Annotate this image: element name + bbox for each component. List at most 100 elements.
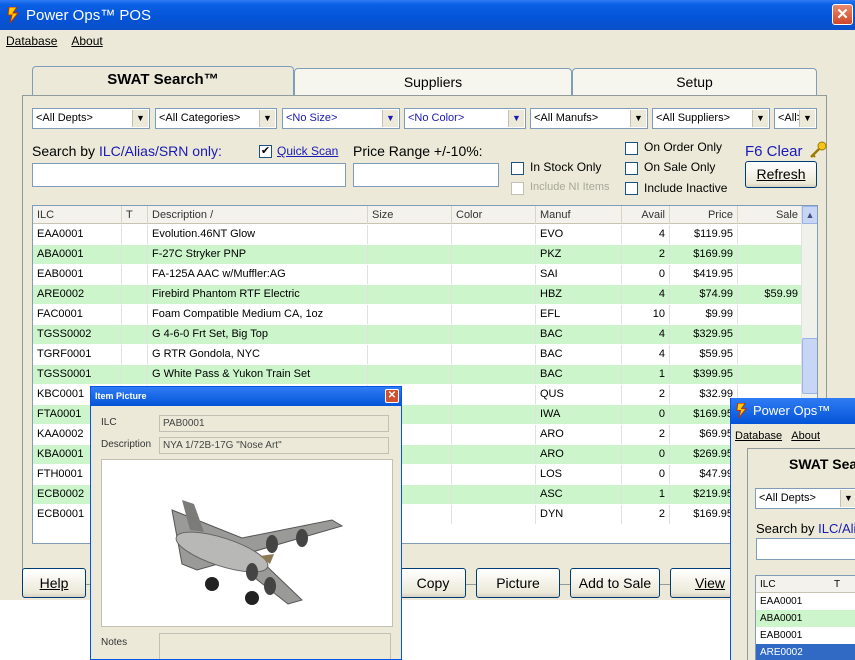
- table-row[interactable]: EAB0001 FA-125A AAC w/Muffler:AG SAI 0 $419.…: [33, 265, 803, 284]
- cell-price: $59.95: [670, 345, 738, 364]
- close-button[interactable]: ✕: [832, 4, 853, 25]
- col-t[interactable]: T: [122, 206, 148, 224]
- copy-button[interactable]: Copy: [400, 568, 466, 598]
- description-label: Description: [101, 439, 152, 450]
- list-item[interactable]: EAB0001: [756, 627, 855, 644]
- price-range-input[interactable]: [353, 163, 499, 187]
- in-stock-only-label[interactable]: In Stock Only: [530, 160, 601, 174]
- second-search-label: Search by ILC/Ali: [756, 521, 855, 536]
- on-sale-only-label[interactable]: On Sale Only: [644, 160, 715, 174]
- search-input[interactable]: [32, 163, 346, 187]
- table-row[interactable]: TGRF0001 G RTR Gondola, NYC BAC 4 $59.95: [33, 345, 803, 364]
- cell-avail: 2: [622, 245, 670, 264]
- second-col-t[interactable]: T: [834, 576, 840, 593]
- cell-t: [122, 305, 148, 324]
- tab-suppliers[interactable]: Suppliers: [294, 68, 572, 96]
- cell-price: $69.95: [670, 425, 738, 444]
- col-manuf[interactable]: Manuf: [536, 206, 622, 224]
- chevron-down-icon: ▼: [840, 490, 855, 507]
- in-stock-only-checkbox[interactable]: [511, 162, 524, 175]
- list-item[interactable]: EAA0001: [756, 593, 855, 610]
- cell-color: [452, 425, 536, 444]
- chevron-down-icon: ▼: [630, 110, 646, 127]
- col-color[interactable]: Color: [452, 206, 536, 224]
- second-col-ilc[interactable]: ILC: [760, 579, 776, 590]
- table-row[interactable]: TGSS0002 G 4-6-0 Frt Set, Big Top BAC 4 $329…: [33, 325, 803, 344]
- cell-color: [452, 245, 536, 264]
- item-picture-close-button[interactable]: ✕: [385, 389, 399, 403]
- second-depts-dropdown[interactable]: <All Depts> ▼: [755, 488, 855, 509]
- suppliers-dropdown[interactable]: <All Suppliers> ▼: [652, 108, 770, 129]
- col-price[interactable]: Price: [670, 206, 738, 224]
- include-inactive-checkbox[interactable]: [625, 182, 638, 195]
- cell-ilc: TGSS0002: [33, 325, 122, 344]
- title-bar: Power Ops™ POS ✕: [0, 0, 855, 30]
- col-ilc[interactable]: ILC: [33, 206, 122, 224]
- table-row[interactable]: EAA0001 Evolution.46NT Glow EVO 4 $119.95: [33, 225, 803, 244]
- col-size[interactable]: Size: [368, 206, 452, 224]
- tab-swat-search[interactable]: SWAT Search™: [32, 66, 294, 96]
- cell-manuf: EVO: [536, 225, 622, 244]
- ilc-value: PAB0001: [163, 418, 205, 429]
- help-button[interactable]: Help: [22, 568, 86, 598]
- cell-price: $74.99: [670, 285, 738, 304]
- cell-color: [452, 285, 536, 304]
- cell-color: [452, 445, 536, 464]
- depts-dropdown[interactable]: <All Depts> ▼: [32, 108, 150, 129]
- cell-ilc: EAA0001: [33, 225, 122, 244]
- search-label: Search by ILC/Alias/SRN only:: [32, 143, 222, 159]
- item-picture-title: Item Picture: [95, 391, 147, 401]
- picture-button[interactable]: Picture: [476, 568, 560, 598]
- include-inactive-label[interactable]: Include Inactive: [644, 181, 727, 195]
- include-ni-items-label[interactable]: Include NI Items: [530, 181, 609, 193]
- second-search-input[interactable]: [756, 538, 855, 560]
- cell-color: [452, 345, 536, 364]
- col-sale[interactable]: Sale: [738, 206, 803, 224]
- manufs-dropdown[interactable]: <All Manufs> ▼: [530, 108, 648, 129]
- table-row[interactable]: ARE0002 Firebird Phantom RTF Electric HBZ 4…: [33, 285, 803, 304]
- menu-database[interactable]: Database: [735, 430, 782, 442]
- list-item-selected[interactable]: ARE0002: [756, 644, 855, 660]
- on-order-only-checkbox[interactable]: [625, 142, 638, 155]
- table-row[interactable]: FAC0001 Foam Compatible Medium CA, 1oz EFL…: [33, 305, 803, 324]
- list-item[interactable]: ABA0001: [756, 610, 855, 627]
- add-to-sale-button[interactable]: Add to Sale: [570, 568, 660, 598]
- f6-clear-link[interactable]: F6 Clear: [745, 143, 803, 160]
- size-dropdown[interactable]: <No Size> ▼: [282, 108, 400, 129]
- on-order-only-label[interactable]: On Order Only: [644, 140, 722, 154]
- chevron-down-icon: ▼: [799, 110, 815, 127]
- cell-description: G RTR Gondola, NYC: [148, 345, 368, 364]
- menu-about[interactable]: About: [791, 430, 820, 442]
- notes-field[interactable]: [159, 633, 391, 659]
- cell-avail: 0: [622, 405, 670, 424]
- table-row[interactable]: ABA0001 F-27C Stryker PNP PKZ 2 $169.99: [33, 245, 803, 264]
- scroll-up-icon[interactable]: ▲: [802, 206, 817, 224]
- tab-setup[interactable]: Setup: [572, 68, 817, 96]
- color-dropdown[interactable]: <No Color> ▼: [404, 108, 526, 129]
- categories-dropdown[interactable]: <All Categories> ▼: [155, 108, 277, 129]
- picture-label: Picture: [496, 575, 540, 591]
- cell-avail: 1: [622, 365, 670, 384]
- menu-database[interactable]: Database: [6, 34, 57, 48]
- refresh-button[interactable]: Refresh: [745, 161, 817, 188]
- col-description[interactable]: Description /: [148, 206, 368, 224]
- second-search-prefix: Search by: [756, 521, 819, 536]
- window-title: Power Ops™ POS: [26, 6, 152, 24]
- col-avail[interactable]: Avail: [622, 206, 670, 224]
- table-row[interactable]: TGSS0001 G White Pass & Yukon Train Set BA…: [33, 365, 803, 384]
- quick-scan-checkbox[interactable]: ✔: [259, 145, 272, 158]
- key-icon[interactable]: [808, 141, 828, 159]
- cell-manuf: BAC: [536, 365, 622, 384]
- quick-scan-label[interactable]: Quick Scan: [277, 144, 338, 158]
- on-sale-only-checkbox[interactable]: [625, 162, 638, 175]
- menu-about[interactable]: About: [71, 34, 102, 48]
- cell-t: [122, 245, 148, 264]
- include-ni-items-checkbox[interactable]: [511, 182, 524, 195]
- second-window-tab[interactable]: SWAT Sear: [789, 456, 855, 472]
- cell-avail: 10: [622, 305, 670, 324]
- cell-price: $9.99: [670, 305, 738, 324]
- cell-sale: [738, 245, 803, 264]
- cell-avail: 0: [622, 445, 670, 464]
- scroll-thumb[interactable]: [802, 338, 817, 394]
- all-dropdown[interactable]: <All> ▼: [774, 108, 817, 129]
